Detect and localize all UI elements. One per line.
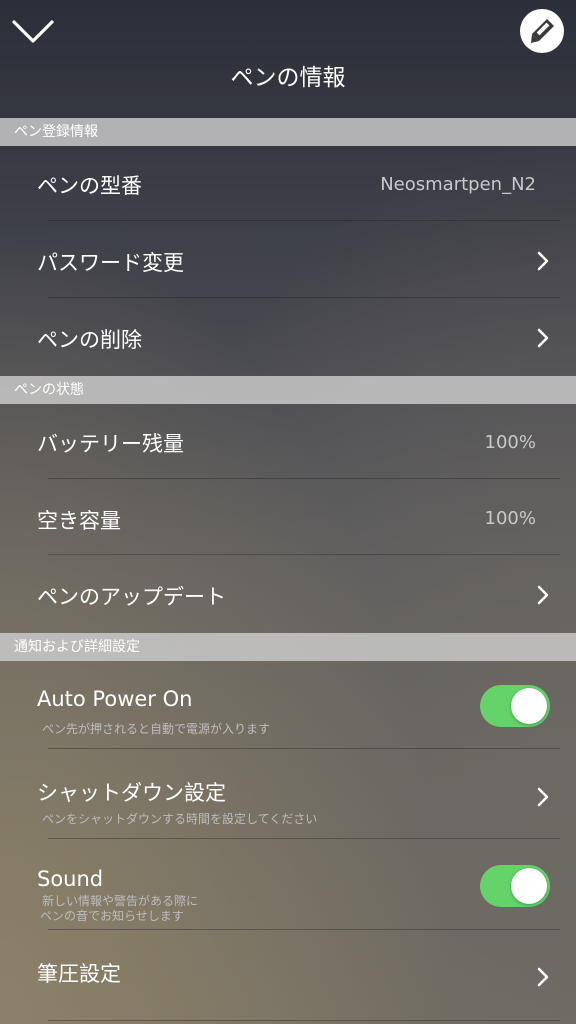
row-pen-model: ペンの型番 Neosmartpen_N2 [0,146,576,220]
pen-model-value: Neosmartpen_N2 [380,174,536,195]
page-title: ペンの情報 [230,65,346,91]
toggle-knob [511,688,547,724]
pen-icon[interactable] [520,9,564,53]
auto-power-description: ペン先が押されると自動で電源が入ります [42,722,271,736]
section-header-status: ペンの状態 [0,376,576,404]
pen-model-label: ペンの型番 [37,174,142,198]
sound-label: Sound [37,867,104,891]
divider [48,1020,560,1021]
chevron-down-icon[interactable] [10,12,56,50]
battery-value: 100% [484,432,536,453]
row-sound: Sound 新しい情報や警告がある際に ペンの音でお知らせします [0,839,576,929]
auto-power-toggle[interactable] [480,685,550,727]
row-auto-power: Auto Power On ペン先が押されると自動で電源が入ります [0,661,576,748]
section-header-settings: 通知および詳細設定 [0,633,576,661]
top-bar: ペンの情報 [0,0,576,118]
row-battery: バッテリー残量 100% [0,404,576,478]
row-pen-pressure[interactable]: 筆圧設定 [0,930,576,1020]
shutdown-settings-label: シャットダウン設定 [37,781,226,805]
row-storage: 空き容量 100% [0,479,576,554]
sound-description-line2: ペンの音でお知らせします [40,909,184,923]
chevron-right-icon [537,251,549,271]
delete-pen-label: ペンの削除 [37,328,142,352]
pen-pressure-label: 筆圧設定 [37,962,121,986]
shutdown-settings-description: ペンをシャットダウンする時間を設定してください [42,812,318,826]
row-delete-pen[interactable]: ペンの削除 [0,298,576,375]
battery-label: バッテリー残量 [37,432,184,456]
chevron-right-icon [537,328,549,348]
toggle-knob [511,868,547,904]
row-shutdown-settings[interactable]: シャットダウン設定 ペンをシャットダウンする時間を設定してください [0,749,576,838]
auto-power-label: Auto Power On [37,687,193,711]
chevron-right-icon [537,787,549,807]
storage-value: 100% [484,508,536,529]
sound-description-line1: 新しい情報や警告がある際に [42,894,199,908]
sound-toggle[interactable] [480,865,550,907]
chevron-right-icon [537,967,549,987]
change-password-label: パスワード変更 [37,251,184,275]
storage-label: 空き容量 [37,509,121,533]
row-pen-update[interactable]: ペンのアップデート [0,555,576,632]
section-header-registration: ペン登録情報 [0,118,576,146]
row-change-password[interactable]: パスワード変更 [0,221,576,297]
pen-update-label: ペンのアップデート [37,585,226,609]
chevron-right-icon [537,585,549,605]
